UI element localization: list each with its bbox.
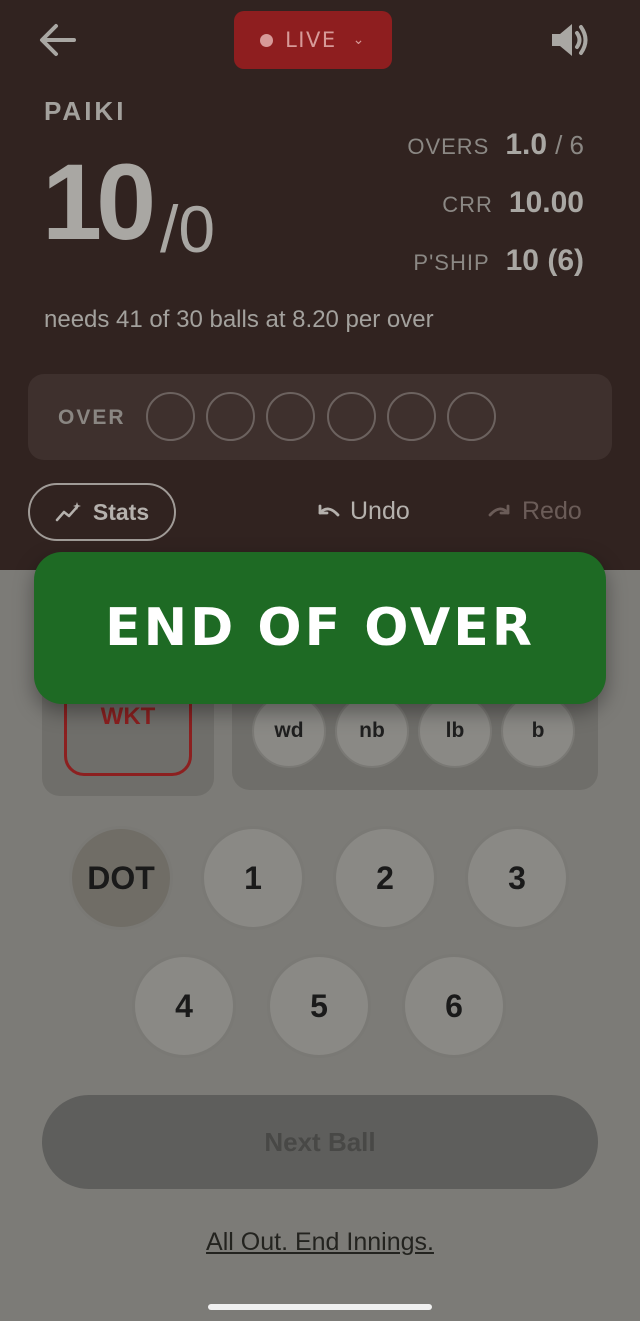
- team-name: PAIKI: [44, 96, 127, 126]
- ball-slot-6: [447, 392, 496, 441]
- run-4-button[interactable]: 4: [132, 954, 236, 1058]
- crr-value: 10.00: [508, 186, 584, 219]
- back-arrow-icon[interactable]: [36, 20, 78, 60]
- pship-label: P'SHIP: [413, 250, 490, 275]
- overs-label: OVERS: [407, 134, 490, 159]
- undo-button[interactable]: Undo: [314, 497, 410, 526]
- undo-label: Undo: [350, 497, 410, 525]
- ball-slot-2: [206, 392, 255, 441]
- end-of-over-banner: END OF OVER: [34, 552, 606, 704]
- overs-stat: OVERS 1.0 / 6: [407, 128, 584, 162]
- over-label: OVER: [58, 406, 126, 429]
- target-requirement: needs 41 of 30 balls at 8.20 per over: [44, 306, 434, 333]
- end-innings-link[interactable]: All Out. End Innings.: [0, 1228, 640, 1257]
- ball-slot-1: [146, 392, 195, 441]
- partnership-stat: P'SHIP 10 (6): [413, 244, 584, 278]
- run-2-button[interactable]: 2: [333, 826, 437, 930]
- crr-stat: CRR 10.00: [442, 186, 584, 220]
- dot-ball-button[interactable]: DOT: [69, 826, 173, 930]
- stats-button[interactable]: Stats: [28, 483, 176, 541]
- home-indicator: [208, 1304, 432, 1310]
- live-dot-icon: [260, 33, 274, 47]
- live-status-button[interactable]: LIVE ⌄: [234, 11, 392, 69]
- undo-icon: [318, 504, 340, 516]
- overs-value: 1.0: [505, 128, 548, 161]
- bye-button[interactable]: b: [501, 694, 575, 768]
- chart-sparkle-icon: [55, 502, 81, 522]
- run-5-button[interactable]: 5: [267, 954, 371, 1058]
- redo-icon: [488, 504, 510, 516]
- stats-label: Stats: [92, 498, 150, 525]
- leg-bye-button[interactable]: lb: [418, 694, 492, 768]
- overs-total: / 6: [555, 130, 584, 160]
- redo-button[interactable]: Redo: [486, 497, 582, 526]
- redo-label: Redo: [522, 497, 582, 525]
- speaker-icon[interactable]: [548, 20, 590, 60]
- runs-score: 10: [42, 141, 156, 262]
- ball-slot-4: [327, 392, 376, 441]
- crr-label: CRR: [442, 192, 493, 217]
- chevron-down-icon: ⌄: [352, 32, 366, 48]
- ball-slot-3: [266, 392, 315, 441]
- no-ball-button[interactable]: nb: [335, 694, 409, 768]
- ball-slot-5: [387, 392, 436, 441]
- run-3-button[interactable]: 3: [465, 826, 569, 930]
- run-6-button[interactable]: 6: [402, 954, 506, 1058]
- wickets-count: /0: [160, 192, 216, 266]
- pship-value: 10 (6): [505, 244, 584, 277]
- next-ball-button[interactable]: Next Ball: [42, 1095, 598, 1189]
- wide-button[interactable]: wd: [252, 694, 326, 768]
- run-1-button[interactable]: 1: [201, 826, 305, 930]
- live-label: LIVE: [285, 28, 337, 52]
